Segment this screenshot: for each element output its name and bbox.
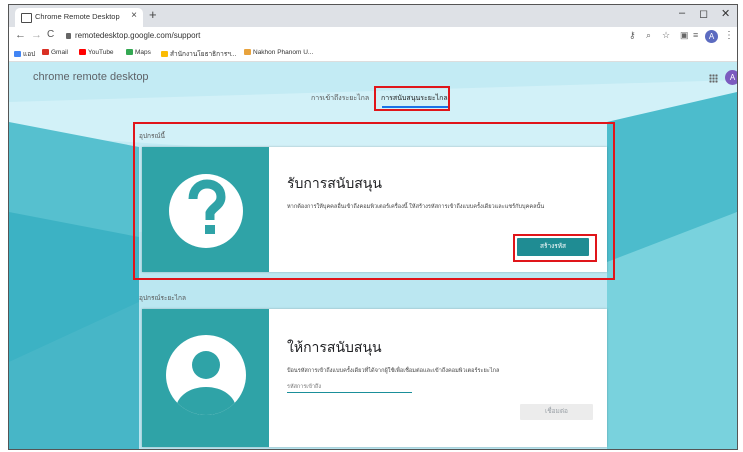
access-code-input[interactable] <box>287 381 412 393</box>
extension-icon[interactable]: ▣ <box>680 30 689 41</box>
browser-window: Chrome Remote Desktop × + – ◻ ✕ ← → C re… <box>8 4 738 450</box>
address-bar[interactable]: remotedesktop.google.com/support <box>75 31 200 40</box>
bookmark-youtube[interactable]: YouTube <box>79 49 114 56</box>
lock-icon <box>66 33 71 39</box>
menu-icon[interactable]: ⋮ <box>724 30 734 41</box>
profile-avatar[interactable]: A <box>705 30 718 43</box>
highlight-generate-code-button <box>513 234 597 262</box>
give-support-description: ป้อนรหัสการเข้าถึงแบบครั้งเดียวที่ได้จาก… <box>287 368 500 374</box>
minimize-button[interactable]: – <box>679 7 685 19</box>
person-avatar-icon <box>166 335 246 415</box>
card-illustration <box>142 309 269 447</box>
new-tab-button[interactable]: + <box>149 7 157 22</box>
give-support-heading: ให้การสนับสนุน <box>287 339 382 355</box>
browser-toolbar: ← → C remotedesktop.google.com/support ⚷… <box>9 27 737 47</box>
key-icon[interactable]: ⚷ <box>629 30 636 41</box>
apps-grid-icon[interactable] <box>709 74 718 83</box>
bookmark-maps[interactable]: Maps <box>126 49 151 56</box>
browser-tab[interactable]: Chrome Remote Desktop × <box>15 8 143 27</box>
tab-close-icon[interactable]: × <box>131 10 137 21</box>
tab-remote-access[interactable]: การเข้าถึงระยะไกล <box>311 93 369 104</box>
close-window-button[interactable]: ✕ <box>721 7 730 20</box>
highlight-tab-remote-support <box>374 86 450 111</box>
tab-strip: Chrome Remote Desktop × + – ◻ ✕ <box>9 5 737 27</box>
bookmark-nakhon-phanom[interactable]: Nakhon Phanom U... <box>244 49 313 56</box>
bookmark-office[interactable]: สำนักงานโยธาธิการฯ... <box>161 49 236 59</box>
remote-desktop-favicon-icon <box>21 13 32 23</box>
give-support-card: ให้การสนับสนุน ป้อนรหัสการเข้าถึงแบบครั้… <box>142 309 607 447</box>
maximize-button[interactable]: ◻ <box>699 7 708 20</box>
apps-grid-icon <box>14 51 21 58</box>
university-icon <box>244 49 251 56</box>
maps-icon <box>126 49 133 56</box>
connect-button[interactable]: เชื่อมต่อ <box>520 404 593 420</box>
tab-title: Chrome Remote Desktop <box>35 12 120 21</box>
bookmark-apps[interactable]: แอป <box>14 49 35 59</box>
youtube-icon <box>79 49 86 56</box>
brand-title: chrome remote desktop <box>33 71 149 83</box>
folder-icon <box>161 51 168 58</box>
back-button[interactable]: ← <box>15 29 26 41</box>
reading-list-icon[interactable]: ≡ <box>693 30 698 40</box>
zoom-icon[interactable]: ⌕ <box>646 30 651 41</box>
bookmark-gmail[interactable]: Gmail <box>42 49 68 56</box>
section-label-remote-devices: อุปกรณ์ระยะไกล <box>139 295 186 302</box>
bookmarks-bar: แอป Gmail YouTube Maps สำนักงานโยธาธิการ… <box>9 47 737 62</box>
gmail-icon <box>42 49 49 56</box>
forward-button[interactable]: → <box>31 29 42 41</box>
reload-button[interactable]: C <box>47 29 54 40</box>
account-avatar[interactable]: A <box>725 70 737 85</box>
bookmark-star-icon[interactable]: ☆ <box>662 30 670 41</box>
page-content: chrome remote desktop A การเข้าถึงระยะไก… <box>9 62 737 449</box>
